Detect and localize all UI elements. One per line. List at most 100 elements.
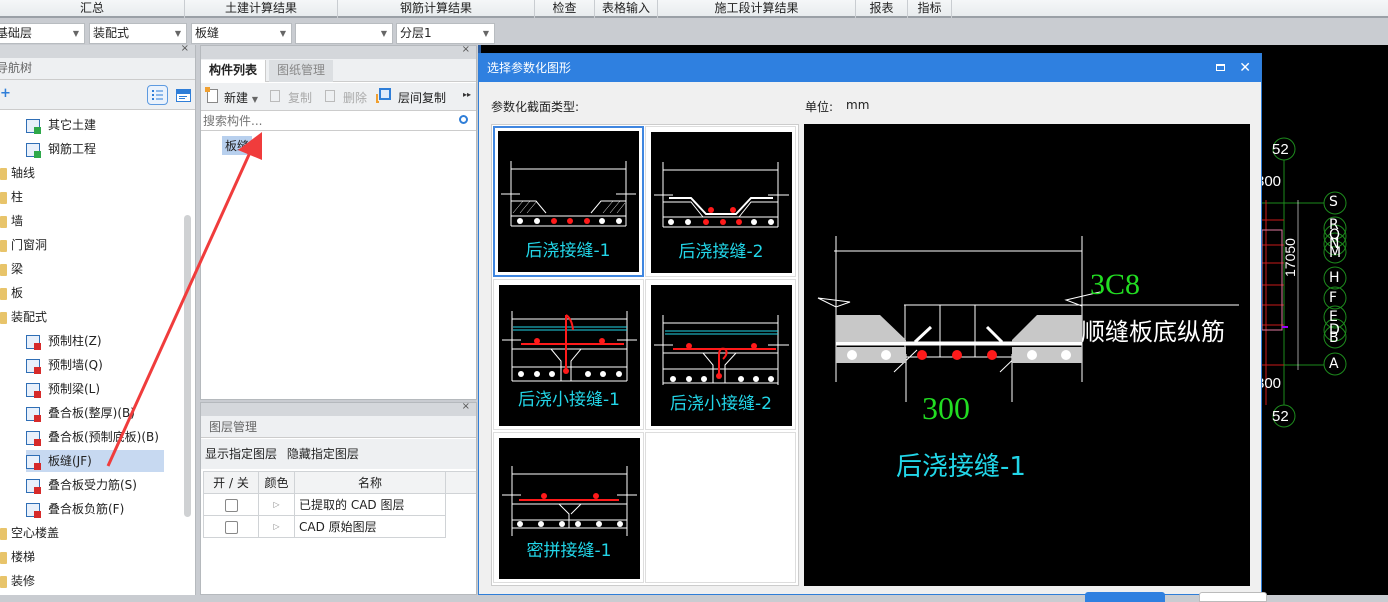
copy-button[interactable]: 复制 bbox=[288, 89, 312, 106]
cad-axis-label: B bbox=[1329, 330, 1339, 346]
category-select-value: 装配式 bbox=[93, 26, 130, 40]
component-type-select[interactable]: 板缝 ▼ bbox=[191, 23, 292, 44]
layer-toggle-checkbox[interactable] bbox=[224, 520, 238, 534]
tree-item[interactable]: 装配式 bbox=[0, 306, 47, 328]
tree-item[interactable]: 预制墙(Q) bbox=[26, 354, 103, 376]
tree-item-label: 叠合板负筋(F) bbox=[48, 502, 125, 516]
nav-tree: 其它土建 钢筋工程 轴线柱墙门窗洞梁板装配式 预制柱(Z) 预制墙(Q) 预制梁(L) 叠合… bbox=[0, 111, 184, 595]
menu-rebar-results[interactable]: 钢筋计算结果 bbox=[338, 0, 535, 18]
tree-item-label: 空心楼盖 bbox=[11, 526, 60, 540]
show-layer-button[interactable]: 显示指定图层 bbox=[205, 447, 277, 461]
small-post-cast-joint-1-thumbnail: 后浇小接缝-1 bbox=[502, 311, 637, 410]
layer-row[interactable]: ▷ 已提取的 CAD 图层 bbox=[203, 493, 476, 516]
tree-item[interactable]: 空心楼盖 bbox=[0, 522, 59, 544]
shape-option-post-cast-joint-1[interactable]: 后浇接缝-1 bbox=[493, 126, 644, 277]
tab-component-list[interactable]: 构件列表 bbox=[201, 60, 267, 82]
menu-section-results[interactable]: 施工段计算结果 bbox=[658, 0, 856, 18]
close-icon[interactable]: × bbox=[462, 401, 470, 412]
tree-item[interactable]: 楼梯 bbox=[0, 546, 35, 568]
ok-button[interactable] bbox=[1085, 592, 1165, 602]
close-icon[interactable]: × bbox=[462, 44, 470, 55]
shape-option-small-post-cast-joint-2[interactable]: 后浇小接缝-2 bbox=[645, 279, 796, 430]
floor-select-value: 基础层 bbox=[0, 26, 33, 40]
folder-icon bbox=[0, 191, 7, 204]
tree-item[interactable]: 叠合板(预制底板)(B) bbox=[26, 426, 159, 448]
menu-report[interactable]: 报表 bbox=[856, 0, 908, 18]
cad-drawing-area[interactable]: 52 300 S R Q N M H F E D B A 17050 300 5… bbox=[1256, 45, 1388, 595]
tree-item[interactable]: 其它土建 bbox=[26, 114, 96, 136]
layer-toggle-checkbox[interactable] bbox=[224, 498, 238, 512]
thumbnail-caption: 后浇接缝-2 bbox=[679, 242, 764, 262]
tab-drawing-management[interactable]: 图纸管理 bbox=[269, 60, 334, 82]
tree-item[interactable]: 预制梁(L) bbox=[26, 378, 100, 400]
search-bar bbox=[201, 112, 476, 131]
layer-name: CAD 原始图层 bbox=[294, 515, 446, 538]
tree-item[interactable]: 叠合板(整厚)(B) bbox=[26, 402, 135, 424]
folder-icon bbox=[0, 287, 7, 300]
delete-button[interactable]: 删除 bbox=[343, 89, 367, 106]
tree-item[interactable]: 叠合板负筋(F) bbox=[26, 498, 124, 520]
tree-item[interactable]: 轴线 bbox=[0, 162, 35, 184]
layer-row[interactable]: ▷ CAD 原始图层 bbox=[203, 515, 476, 538]
expand-icon[interactable]: ▷ bbox=[258, 493, 295, 516]
copy-icon bbox=[270, 90, 280, 102]
floor-copy-button[interactable]: 层间复制 bbox=[398, 89, 446, 106]
precast-beam-icon bbox=[26, 382, 41, 398]
tree-item[interactable]: 柱 bbox=[0, 186, 23, 208]
shape-option-small-post-cast-joint-1[interactable]: 后浇小接缝-1 bbox=[493, 279, 644, 430]
detail-view-icon[interactable] bbox=[176, 89, 191, 102]
slab-negative-rebar-icon bbox=[26, 502, 41, 518]
maximize-icon[interactable] bbox=[1216, 64, 1225, 71]
slab-joint-icon bbox=[26, 454, 41, 470]
floor-select[interactable]: 基础层 ▼ bbox=[0, 23, 85, 44]
dialog-titlebar[interactable]: 选择参数化图形 ✕ bbox=[479, 54, 1261, 82]
component-item-board-joint[interactable]: 板缝 bbox=[222, 136, 253, 155]
cancel-button[interactable] bbox=[1199, 592, 1267, 602]
search-input[interactable] bbox=[203, 113, 453, 129]
shape-option-post-cast-joint-2[interactable]: 后浇接缝-2 bbox=[645, 126, 796, 277]
shape-option-close-joint-1[interactable]: 密拼接缝-1 bbox=[493, 432, 644, 583]
nav-toolbar: + bbox=[0, 80, 195, 110]
menu-summary[interactable]: 汇总 bbox=[0, 0, 185, 18]
tree-item[interactable]: 板 bbox=[0, 282, 23, 304]
menu-check[interactable]: 检查 bbox=[535, 0, 595, 18]
composite-slab-bottom-icon bbox=[26, 430, 41, 446]
tree-item-label: 梁 bbox=[11, 262, 24, 276]
add-icon[interactable]: + bbox=[0, 86, 11, 101]
new-button[interactable]: 新建 ▼ bbox=[224, 89, 258, 106]
component-list-panel: × 构件列表 图纸管理 新建 ▼ 复制 删除 层间复制 ▸▸ 板缝 bbox=[200, 44, 477, 400]
list-view-icon[interactable] bbox=[147, 85, 168, 105]
more-icon[interactable]: ▸▸ bbox=[463, 90, 471, 99]
close-icon[interactable]: ✕ bbox=[1239, 54, 1251, 82]
tree-item[interactable]: 板缝(JF) bbox=[26, 450, 164, 472]
tree-item[interactable]: 预制柱(Z) bbox=[26, 330, 102, 352]
tree-item[interactable]: 门窗洞 bbox=[0, 234, 47, 256]
sublayer-select[interactable]: 分层1 ▼ bbox=[396, 23, 495, 44]
cad-axis-label: A bbox=[1329, 356, 1339, 372]
menu-civil-results[interactable]: 土建计算结果 bbox=[185, 0, 338, 18]
tree-item-label: 门窗洞 bbox=[11, 238, 48, 252]
tree-item-label: 柱 bbox=[11, 190, 24, 204]
tree-item-label: 预制墙(Q) bbox=[48, 358, 103, 372]
tree-item[interactable]: 钢筋工程 bbox=[26, 138, 96, 160]
top-menu-bar: 汇总 土建计算结果 钢筋计算结果 检查 表格输入 施工段计算结果 报表 指标 bbox=[0, 0, 1388, 18]
tree-item-label: 轴线 bbox=[11, 166, 36, 180]
tree-item-label: 装配式 bbox=[11, 310, 48, 324]
tree-item[interactable]: 梁 bbox=[0, 258, 23, 280]
hide-layer-button[interactable]: 隐藏指定图层 bbox=[287, 447, 359, 461]
tree-item[interactable]: 装修 bbox=[0, 570, 35, 592]
folder-icon bbox=[0, 527, 7, 540]
nav-scrollbar[interactable] bbox=[184, 215, 191, 517]
tree-item[interactable]: 墙 bbox=[0, 210, 23, 232]
tree-item-label: 叠合板(预制底板)(B) bbox=[48, 430, 159, 444]
category-select[interactable]: 装配式 ▼ bbox=[89, 23, 187, 44]
expand-icon[interactable]: ▷ bbox=[258, 515, 295, 538]
chevron-down-icon: ▼ bbox=[174, 29, 181, 38]
tree-item[interactable]: 叠合板受力筋(S) bbox=[26, 474, 137, 496]
column-header-color: 颜色 bbox=[258, 471, 295, 494]
component-select[interactable]: ▼ bbox=[295, 23, 393, 44]
search-icon[interactable] bbox=[459, 115, 468, 124]
menu-index[interactable]: 指标 bbox=[908, 0, 952, 18]
menu-table-input[interactable]: 表格输入 bbox=[595, 0, 658, 18]
close-icon[interactable]: × bbox=[181, 43, 189, 54]
